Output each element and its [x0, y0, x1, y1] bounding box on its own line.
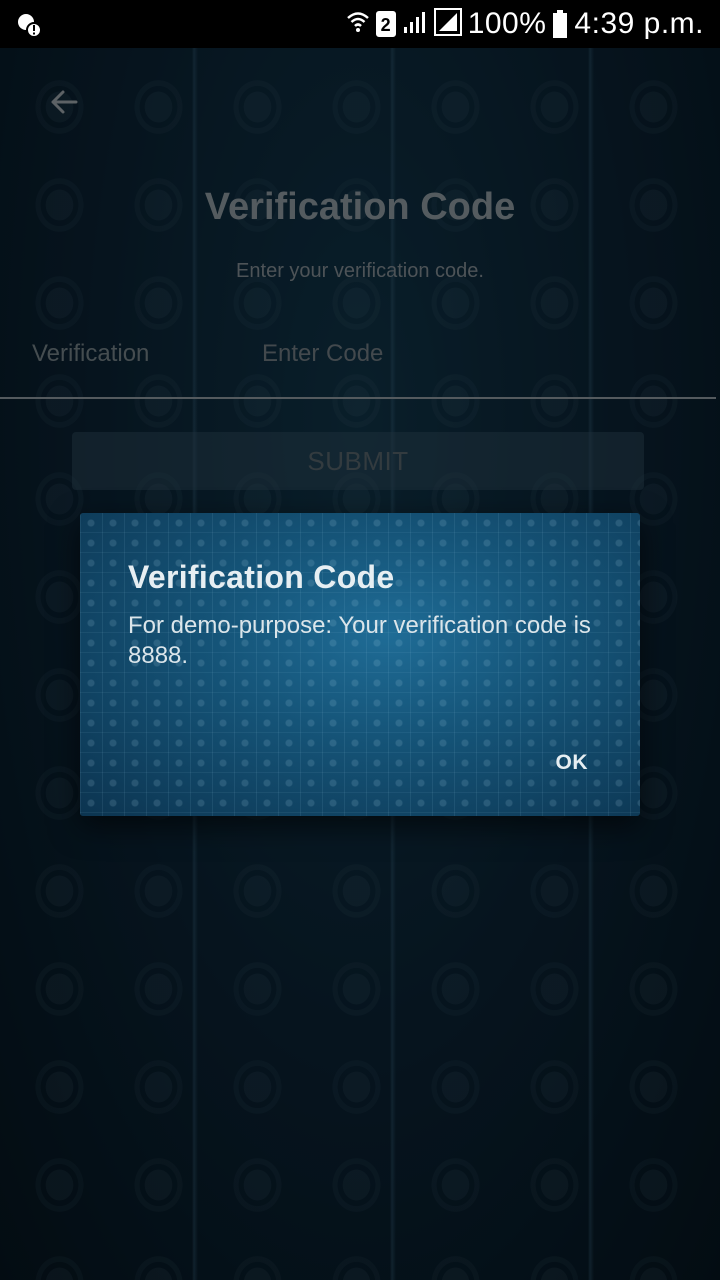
notification-alert-icon	[16, 12, 42, 38]
ok-button[interactable]: OK	[554, 747, 591, 779]
signal-strength-icon	[402, 9, 428, 40]
verification-dialog: Verification Code For demo-purpose: Your…	[80, 513, 640, 816]
clock: 4:39 p.m.	[574, 7, 704, 40]
wifi-icon	[346, 9, 370, 40]
status-bar: 2 100% 4:39 p.m.	[0, 0, 720, 48]
dialog-message: For demo-purpose: Your verification code…	[128, 612, 591, 669]
battery-percent: 100%	[467, 7, 547, 40]
signal-strength-sim2-icon	[433, 7, 462, 41]
dialog-title: Verification Code	[128, 559, 395, 595]
battery-icon	[552, 10, 568, 38]
sim-slot-badge: 2	[375, 11, 396, 37]
